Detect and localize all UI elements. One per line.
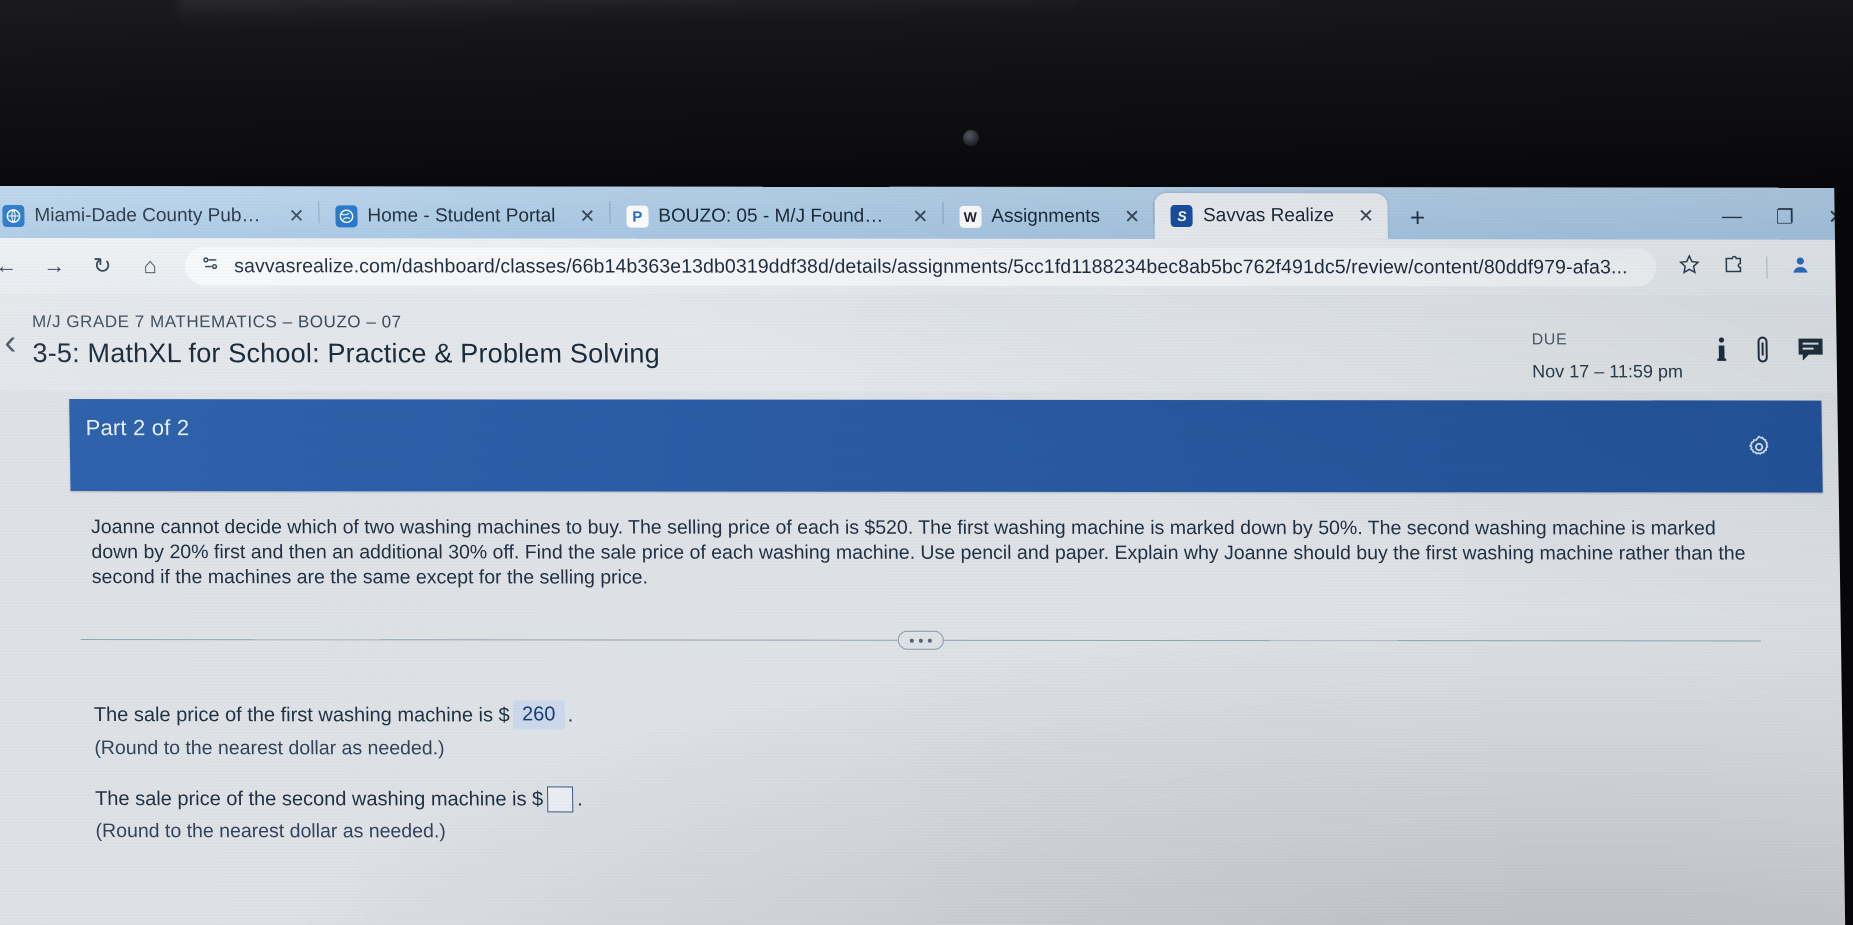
- tab-close-icon[interactable]: ✕: [1358, 205, 1374, 228]
- assignment-header: ‹ M/J GRADE 7 MATHEMATICS – BOUZO – 07 3…: [0, 293, 1853, 393]
- tab-close-icon[interactable]: ✕: [579, 205, 595, 228]
- browser-address-bar: ← → ↻ ⌂ savvasrealize.com/dashboard/clas…: [0, 237, 1853, 296]
- answer-prefix: The sale price of the first washing mach…: [93, 703, 510, 726]
- answer-spacer: [95, 760, 1853, 788]
- page-title: 3-5: MathXL for School: Practice & Probl…: [32, 338, 661, 369]
- info-icon[interactable]: [1714, 337, 1728, 368]
- bookmark-star-icon[interactable]: [1678, 253, 1700, 281]
- savvas-app: ‹ M/J GRADE 7 MATHEMATICS – BOUZO – 07 3…: [0, 293, 1853, 925]
- part-banner: Part 2 of 2: [69, 399, 1823, 493]
- answer-hint: (Round to the nearest dollar as needed.): [95, 820, 446, 843]
- browser-tab-2[interactable]: P BOUZO: 05 - M/J Foundatio ✕: [610, 195, 943, 239]
- browser-tab-title: BOUZO: 05 - M/J Foundatio: [658, 205, 889, 227]
- tab-close-icon[interactable]: ✕: [1124, 206, 1140, 229]
- browser-tab-title: Savvas Realize: [1202, 205, 1335, 227]
- question-divider: [80, 630, 1761, 650]
- due-block: DUE Nov 17 – 11:59 pm: [1531, 309, 1695, 382]
- browser-tab-title: Assignments: [991, 205, 1101, 227]
- answer-suffix: .: [567, 703, 574, 726]
- globe-icon: [2, 205, 25, 228]
- part-label: Part 2 of 2: [85, 415, 190, 441]
- permissions-icon[interactable]: [201, 254, 220, 278]
- browser-tab-strip: Miami-Dade County Public S ✕ Home - Stud…: [0, 186, 1853, 240]
- breadcrumb: M/J GRADE 7 MATHEMATICS – BOUZO – 07: [31, 312, 402, 332]
- window-minimize-button[interactable]: —: [1722, 206, 1742, 229]
- wolfram-icon: W: [959, 205, 982, 228]
- screen-area: Miami-Dade County Public S ✕ Home - Stud…: [0, 186, 1853, 925]
- new-tab-button[interactable]: +: [1388, 202, 1448, 239]
- due-date: Nov 17 – 11:59 pm: [1532, 361, 1684, 382]
- browser-tab-0[interactable]: Miami-Dade County Public S ✕: [0, 194, 319, 238]
- question-text: Joanne cannot decide which of two washin…: [90, 516, 1746, 589]
- nav-home-icon[interactable]: ⌂: [137, 253, 163, 279]
- answer-list: The sale price of the first washing mach…: [94, 700, 1853, 845]
- header-action-icons: [1694, 309, 1851, 368]
- more-options-button[interactable]: [897, 630, 944, 650]
- tab-close-icon[interactable]: ✕: [288, 205, 304, 228]
- gear-icon[interactable]: [1746, 435, 1772, 466]
- attachment-paperclip-icon[interactable]: [1754, 336, 1770, 369]
- extensions-puzzle-icon[interactable]: [1722, 254, 1744, 282]
- answer-line: The sale price of the second washing mac…: [95, 786, 1853, 814]
- answer-input-first[interactable]: 260: [512, 700, 565, 730]
- toolbar-divider: [1766, 256, 1768, 279]
- url-input[interactable]: savvasrealize.com/dashboard/classes/66b1…: [184, 247, 1657, 287]
- nav-forward-icon[interactable]: →: [41, 253, 67, 279]
- back-chevron-icon[interactable]: ‹: [0, 308, 33, 362]
- dot: [927, 638, 932, 643]
- browser-tab-1[interactable]: Home - Student Portal ✕: [319, 194, 610, 238]
- monitor-photo: Miami-Dade County Public S ✕ Home - Stud…: [0, 0, 1853, 925]
- browser-tab-3[interactable]: W Assignments ✕: [943, 195, 1154, 239]
- nav-reload-icon[interactable]: ↻: [89, 253, 115, 279]
- answer-line: The sale price of the first washing mach…: [94, 700, 1853, 731]
- savvas-icon: S: [1170, 205, 1194, 228]
- answer-row-2: The sale price of the second washing mac…: [95, 786, 1853, 845]
- comment-icon[interactable]: [1796, 337, 1824, 368]
- answer-prefix: The sale price of the second washing mac…: [94, 788, 544, 811]
- answer-row-1: The sale price of the first washing mach…: [94, 700, 1853, 762]
- browser-tab-title: Miami-Dade County Public S: [34, 205, 265, 227]
- answer-suffix: .: [577, 788, 583, 811]
- pearson-icon: P: [626, 205, 649, 228]
- window-controls: — ❐ ✕: [1722, 205, 1853, 240]
- bezel-glare: [177, 0, 1079, 26]
- browser-tab-title: Home - Student Portal: [367, 205, 556, 227]
- question-body: Joanne cannot decide which of two washin…: [0, 491, 1853, 845]
- dot: [909, 638, 914, 643]
- answer-hint: (Round to the nearest dollar as needed.): [94, 737, 445, 760]
- profile-avatar-icon[interactable]: [1789, 254, 1811, 282]
- nav-back-icon[interactable]: ←: [0, 253, 19, 279]
- due-label: DUE: [1531, 331, 1568, 349]
- globe-icon: [335, 205, 358, 228]
- browser-tab-4-active[interactable]: S Savvas Realize ✕: [1154, 193, 1389, 240]
- url-text: savvasrealize.com/dashboard/classes/66b1…: [234, 254, 1628, 278]
- dot: [918, 638, 923, 643]
- tab-close-icon[interactable]: ✕: [912, 205, 928, 228]
- answer-input-second[interactable]: [547, 786, 574, 813]
- window-restore-button[interactable]: ❐: [1776, 205, 1794, 230]
